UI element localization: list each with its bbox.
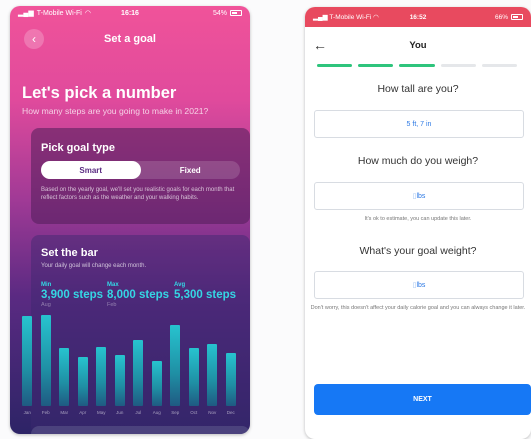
- weight-question: How much do you weigh?: [357, 155, 479, 167]
- battery-icon: [511, 14, 523, 20]
- progress-segment: [317, 64, 353, 67]
- month-label-apr: Apr: [79, 410, 87, 415]
- page-title: You: [409, 39, 427, 51]
- progress-segment: [481, 64, 518, 67]
- weight-unit: lbs: [416, 192, 426, 200]
- progress-segment: [399, 64, 435, 67]
- nav-bar: ‹ Set a goal: [10, 24, 250, 54]
- screenshot-stage: ▂▄▆ T-Mobile Wi-Fi ◠ 16:16 54% ‹ Set a g…: [0, 0, 531, 439]
- progress-segment: [440, 64, 476, 67]
- set-bar-title: Set the bar: [41, 247, 98, 259]
- onboarding-progress: [317, 64, 518, 67]
- back-arrow-icon[interactable]: ←: [313, 37, 327, 53]
- weight-field[interactable]: ▯ lbs: [314, 182, 524, 210]
- goal-type-fixed-option[interactable]: Fixed: [141, 161, 241, 179]
- status-time: 16:52: [409, 13, 427, 21]
- monthly-bar-chart: [18, 294, 240, 406]
- bar-aug: [151, 361, 162, 406]
- status-time: 16:16: [121, 9, 139, 17]
- goal-weight-unit: lbs: [416, 281, 426, 289]
- weight-hint: It's ok to estimate, you can update this…: [364, 216, 472, 222]
- profile-screen: ▂▄▆ T-Mobile Wi-Fi ◠ 16:52 66% ← You How…: [305, 7, 531, 439]
- hero-title: Let's pick a number: [22, 84, 177, 102]
- goal-type-segmented-control: Smart Fixed: [41, 161, 240, 179]
- hero-subtitle: How many steps are you going to make in …: [22, 106, 209, 116]
- month-label-sep: Sep: [171, 410, 180, 415]
- month-axis-labels: Jan Feb Mar Apr May Jun Jul Aug Sep Oct Nov Dec: [18, 410, 240, 418]
- height-field[interactable]: 5 ft, 7 in: [314, 110, 524, 138]
- month-label-oct: Oct: [190, 410, 198, 415]
- goal-type-card: Pick goal type Smart Fixed Based on the …: [31, 128, 250, 224]
- page-title: Set a goal: [104, 33, 156, 45]
- chevron-left-icon: ‹: [32, 32, 36, 46]
- nav-bar: ← You: [305, 27, 531, 63]
- month-label-nov: Nov: [208, 410, 217, 415]
- height-question: How tall are you?: [377, 83, 459, 95]
- back-button[interactable]: ‹: [24, 29, 44, 49]
- bar-sep: [170, 325, 181, 406]
- stat-avg-label: Avg: [174, 282, 186, 288]
- bar-dec: [225, 353, 236, 406]
- month-label-aug: Aug: [152, 410, 161, 415]
- stat-min-label: Min: [41, 282, 52, 288]
- bar-mar: [59, 348, 70, 406]
- battery-icon: [230, 10, 242, 16]
- set-bar-subtitle: Your daily goal will change each month.: [41, 263, 147, 269]
- bar-feb: [40, 315, 51, 406]
- bar-jan: [22, 316, 33, 406]
- bar-nov: [207, 344, 218, 406]
- progress-segment: [358, 64, 394, 67]
- month-label-may: May: [96, 410, 106, 415]
- stat-max-label: Max: [107, 282, 119, 288]
- goal-weight-hint: Don't worry, this doesn't affect your da…: [310, 305, 526, 311]
- bar-may: [96, 347, 107, 406]
- month-label-jun: Jun: [116, 410, 124, 415]
- goal-weight-question: What's your goal weight?: [359, 245, 477, 257]
- bar-jul: [133, 340, 144, 406]
- bar-jun: [114, 355, 125, 406]
- bar-apr: [77, 357, 88, 406]
- status-bar: ▂▄▆ T-Mobile Wi-Fi ◠ 16:16 54%: [10, 6, 250, 20]
- set-goal-screen: ▂▄▆ T-Mobile Wi-Fi ◠ 16:16 54% ‹ Set a g…: [10, 6, 250, 434]
- next-card-peek: [31, 426, 250, 434]
- bar-oct: [188, 348, 199, 406]
- month-label-jul: Jul: [135, 410, 142, 415]
- month-label-jan: Jan: [23, 410, 31, 415]
- next-button[interactable]: NEXT: [314, 384, 531, 415]
- goal-weight-field[interactable]: ▯ lbs: [314, 271, 524, 299]
- month-label-mar: Mar: [60, 410, 69, 415]
- goal-type-smart-option[interactable]: Smart: [41, 161, 141, 179]
- month-label-dec: Dec: [226, 410, 235, 415]
- goal-type-description: Based on the yearly goal, we'll set you …: [41, 187, 235, 202]
- status-bar: ▂▄▆ T-Mobile Wi-Fi ◠ 16:52 66%: [305, 7, 531, 27]
- month-label-feb: Feb: [41, 410, 50, 415]
- goal-type-title: Pick goal type: [41, 142, 115, 154]
